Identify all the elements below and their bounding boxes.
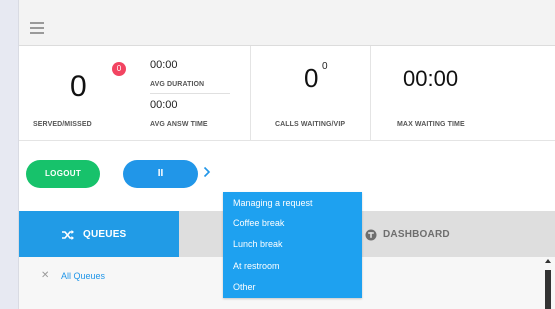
stats-row: 0 0 SERVED/MISSED 00:00 AVG DURATION 00:… xyxy=(19,46,555,141)
avg-answer-value: 00:00 xyxy=(150,99,178,111)
scrollbar[interactable] xyxy=(543,257,553,309)
all-queues-filter[interactable]: All Queues xyxy=(61,271,105,281)
tab-queues[interactable]: QUEUES xyxy=(19,211,179,257)
served-label: SERVED/MISSED xyxy=(33,121,92,128)
vip-value: 0 xyxy=(322,61,328,72)
max-waiting-label: MAX WAITING TIME xyxy=(397,121,465,128)
hamburger-icon[interactable] xyxy=(30,22,44,34)
avg-duration-value: 00:00 xyxy=(150,59,178,71)
avg-answer-label: AVG ANSW TIME xyxy=(150,121,208,128)
avg-duration-label: AVG DURATION xyxy=(150,81,205,88)
top-bar xyxy=(19,0,555,46)
pause-reason-menu: Managing a request Coffee break Lunch br… xyxy=(223,192,362,298)
stat-divider xyxy=(150,93,230,94)
dashboard-icon xyxy=(365,228,377,246)
scroll-up-icon[interactable] xyxy=(545,259,551,263)
pause-button[interactable]: II xyxy=(123,160,198,188)
calls-waiting-value: 0 xyxy=(304,63,319,93)
menu-item-coffee-break[interactable]: Coffee break xyxy=(233,218,284,228)
missed-badge: 0 xyxy=(112,62,126,76)
served-cell: 0 0 SERVED/MISSED 00:00 AVG DURATION 00:… xyxy=(19,46,251,141)
max-waiting-value: 00:00 xyxy=(403,66,459,91)
chevron-right-icon[interactable] xyxy=(203,166,215,180)
logout-button[interactable]: LOGOUT xyxy=(26,160,100,188)
calls-waiting-label: CALLS WAITING/VIP xyxy=(275,121,346,128)
tab-dashboard-label: DASHBOARD xyxy=(383,229,450,240)
menu-item-managing-request[interactable]: Managing a request xyxy=(233,198,313,208)
queue-panel: 0 0 SERVED/MISSED 00:00 AVG DURATION 00:… xyxy=(18,0,555,309)
served-value: 0 xyxy=(70,70,87,103)
tab-queues-label: QUEUES xyxy=(83,229,127,240)
scroll-thumb[interactable] xyxy=(545,270,551,309)
shuffle-icon xyxy=(61,228,75,246)
close-icon[interactable]: ✕ xyxy=(41,270,49,281)
menu-item-other[interactable]: Other xyxy=(233,282,256,292)
menu-item-at-restroom[interactable]: At restroom xyxy=(233,261,280,271)
menu-item-lunch-break[interactable]: Lunch break xyxy=(233,239,283,249)
calls-waiting-cell: 0 0 CALLS WAITING/VIP xyxy=(251,46,371,141)
max-waiting-cell: 00:00 MAX WAITING TIME xyxy=(371,46,555,141)
